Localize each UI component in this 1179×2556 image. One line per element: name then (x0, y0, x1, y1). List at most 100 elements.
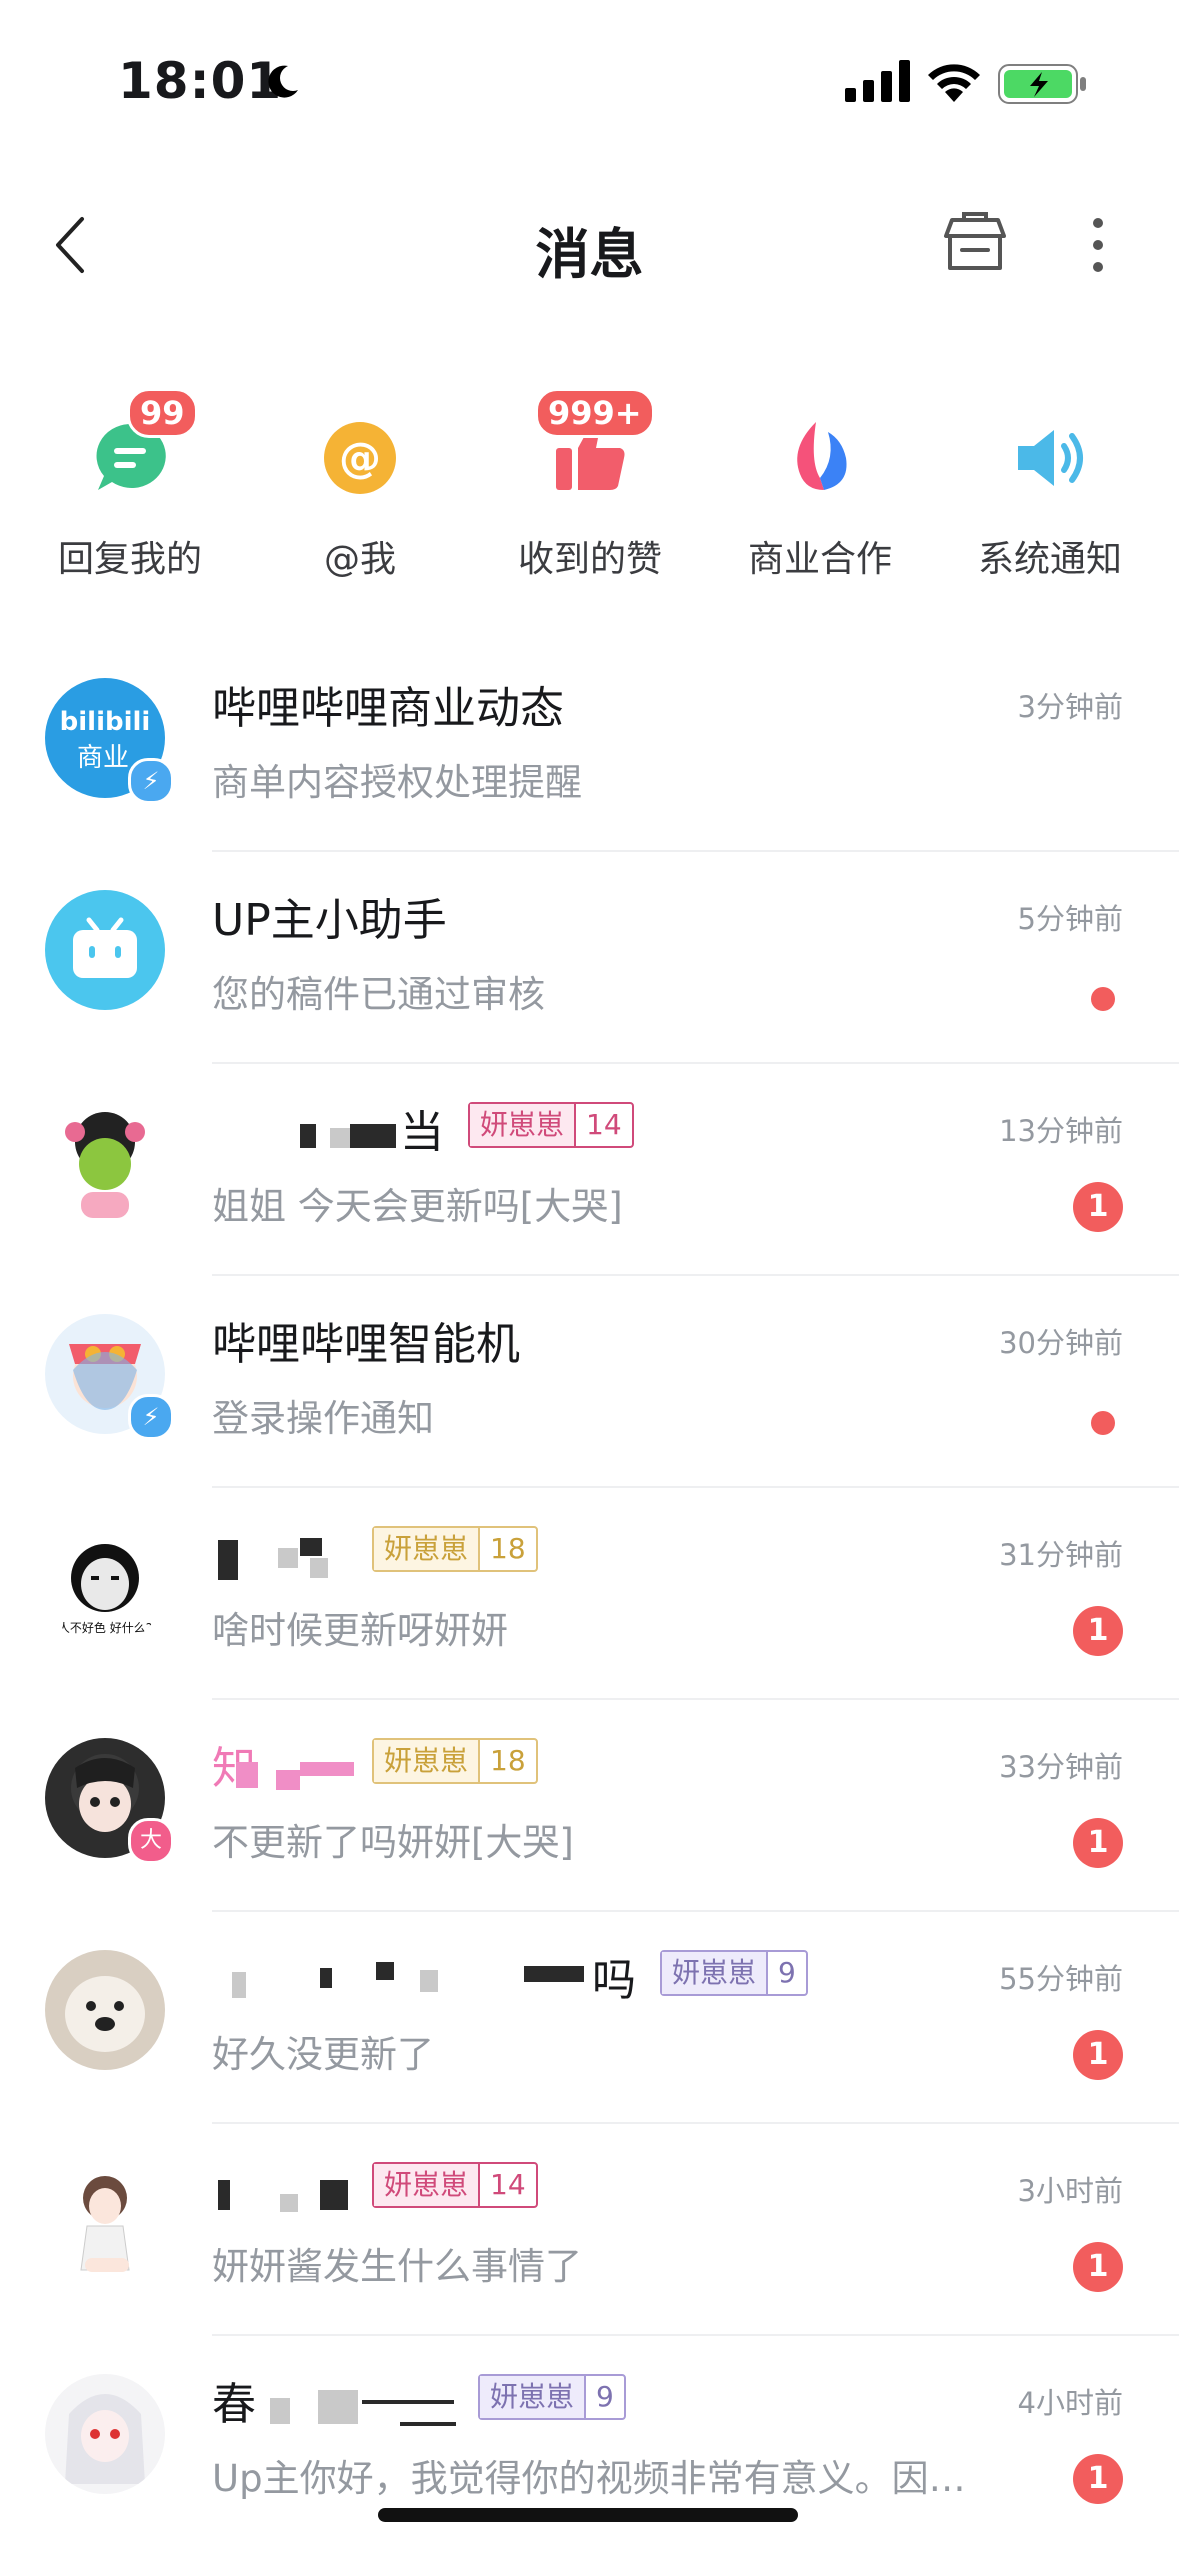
redacted-name (276, 1770, 300, 1790)
message-time: 3分钟前 (1017, 690, 1123, 724)
fan-badge-level: 18 (478, 1528, 536, 1570)
redacted-name (320, 2180, 348, 2210)
list-item[interactable]: ⚡ 哔哩哔哩智能机 30分钟前 登录操作通知 (0, 1276, 1179, 1488)
svg-text:@: @ (339, 433, 381, 482)
fan-badge: 妍崽崽 9 (478, 2374, 626, 2420)
unread-dot (1091, 1411, 1115, 1435)
fan-badge-level: 14 (478, 2164, 536, 2206)
moon-icon (268, 65, 298, 98)
avatar (45, 2374, 165, 2494)
battery-icon (998, 64, 1086, 104)
redacted-name (300, 1762, 354, 1776)
category-label: 收到的赞 (517, 539, 662, 580)
wifi-icon (928, 64, 980, 102)
likes-badge: 999+ (535, 388, 655, 438)
redacted-name (330, 1128, 350, 1148)
category-reply[interactable]: 99 回复我的 (15, 380, 245, 600)
category-system[interactable]: 系统通知 (935, 380, 1165, 600)
message-time: 13分钟前 (999, 1114, 1123, 1148)
category-label: @我 (323, 539, 396, 580)
category-row: 99 回复我的 @ @我 999+ 收到的赞 商业合作 系统通知 (0, 380, 1179, 600)
message-preview: 商单内容授权处理提醒 (212, 761, 582, 804)
message-time: 5分钟前 (1017, 902, 1123, 936)
message-time: 4小时前 (1017, 2386, 1123, 2420)
message-time: 33分钟前 (999, 1750, 1123, 1784)
message-preview: 妍妍酱发生什么事情了 (212, 2245, 582, 2288)
fan-badge-level: 9 (584, 2376, 624, 2418)
shop-icon[interactable] (940, 210, 1010, 274)
verified-icon: ⚡ (128, 758, 174, 804)
at-icon: @ (324, 422, 396, 494)
list-item[interactable]: 吗 妍崽崽 9 55分钟前 好久没更新了 1 (0, 1912, 1179, 2124)
list-item[interactable]: 当 妍崽崽 14 13分钟前 姐姐 今天会更新吗[大哭] 1 (0, 1064, 1179, 1276)
message-preview: 姐姐 今天会更新吗[大哭] (212, 1185, 623, 1228)
home-indicator (378, 2508, 798, 2522)
svg-text:人不好色 好什么?: 人不好色 好什么? (58, 1621, 152, 1635)
message-preview: Up主你好，我觉得你的视频非常有意义。因… (212, 2457, 966, 2500)
list-item[interactable]: 人不好色 好什么? 妍崽崽 18 31分钟前 啥时候更新呀妍妍 1 (0, 1488, 1179, 1700)
svg-text:bilibili: bilibili (60, 707, 151, 737)
fan-badge-level: 18 (478, 1740, 536, 1782)
category-business[interactable]: 商业合作 (705, 380, 935, 600)
list-item[interactable]: 妍崽崽 14 3小时前 妍妍酱发生什么事情了 1 (0, 2124, 1179, 2336)
avatar (45, 2162, 165, 2282)
fan-badge-name: 妍崽崽 (374, 1528, 479, 1570)
avatar-image: 人不好色 好什么? (58, 1544, 152, 1635)
unread-count: 1 (1073, 2242, 1123, 2292)
list-item[interactable]: UP主小助手 5分钟前 您的稿件已通过审核 (0, 852, 1179, 1064)
redacted-name (318, 2390, 358, 2424)
sender-name: 吗 (592, 1955, 636, 2006)
message-preview: 啥时候更新呀妍妍 (212, 1609, 508, 1652)
verified-icon: ⚡ (128, 1394, 174, 1440)
fan-badge-name: 妍崽崽 (374, 1740, 479, 1782)
reply-badge: 99 (127, 388, 198, 438)
nav-bar: 消息 (0, 180, 1179, 310)
redacted-name (362, 2400, 454, 2404)
fan-badge: 妍崽崽 18 (372, 1738, 538, 1784)
redacted-name (300, 1538, 322, 1556)
message-preview: 登录操作通知 (212, 1397, 434, 1440)
redacted-name (320, 1968, 332, 1988)
redacted-name (232, 1972, 246, 1998)
status-time: 18:01 (118, 52, 283, 110)
fan-badge-level: 9 (766, 1952, 806, 1994)
fan-badge: 妍崽崽 14 (468, 1102, 634, 1148)
redacted-name (300, 1124, 316, 1148)
avatar (45, 1102, 165, 1222)
category-label: 回复我的 (57, 539, 202, 580)
tv-icon (73, 917, 137, 978)
fan-badge-name: 妍崽崽 (374, 2164, 479, 2206)
redacted-name (218, 2180, 230, 2210)
more-icon[interactable] (1090, 215, 1106, 275)
category-likes[interactable]: 999+ 收到的赞 (475, 380, 705, 600)
redacted-name (236, 1762, 258, 1788)
avatar-image (65, 2394, 145, 2484)
category-at[interactable]: @ @我 (245, 380, 475, 600)
fan-badge-level: 14 (574, 1104, 632, 1146)
unread-count: 1 (1073, 2030, 1123, 2080)
category-label: 商业合作 (747, 539, 892, 580)
avatar-image (65, 1112, 145, 1218)
redacted-name (400, 2422, 456, 2426)
message-time: 3小时前 (1017, 2174, 1123, 2208)
redacted-name (218, 1540, 238, 1580)
business-icon (797, 422, 847, 490)
sender-name: 春 (212, 2379, 256, 2430)
avatar-image (80, 2176, 130, 2272)
redacted-name (270, 2398, 290, 2424)
signal-icon (845, 60, 910, 102)
fan-badge: 妍崽崽 14 (372, 2162, 538, 2208)
list-item[interactable]: 大 知 妍崽崽 18 33分钟前 不更新了吗妍妍[大哭] 1 (0, 1700, 1179, 1912)
avatar: 人不好色 好什么? (45, 1526, 165, 1646)
fan-badge-name: 妍崽崽 (470, 1104, 575, 1146)
message-preview: 不更新了吗妍妍[大哭] (212, 1821, 574, 1864)
redacted-name (280, 2194, 298, 2212)
speaker-icon (1018, 430, 1083, 486)
list-item[interactable]: bilibili 商业 ⚡ 哔哩哔哩商业动态 3分钟前 商单内容授权处理提醒 (0, 640, 1179, 852)
avatar (45, 1950, 165, 2070)
unread-count: 1 (1073, 2454, 1123, 2504)
svg-text:商业: 商业 (77, 743, 129, 773)
unread-count: 1 (1073, 1818, 1123, 1868)
message-preview: 您的稿件已通过审核 (212, 973, 545, 1016)
sender-name: 当 (400, 1107, 444, 1158)
